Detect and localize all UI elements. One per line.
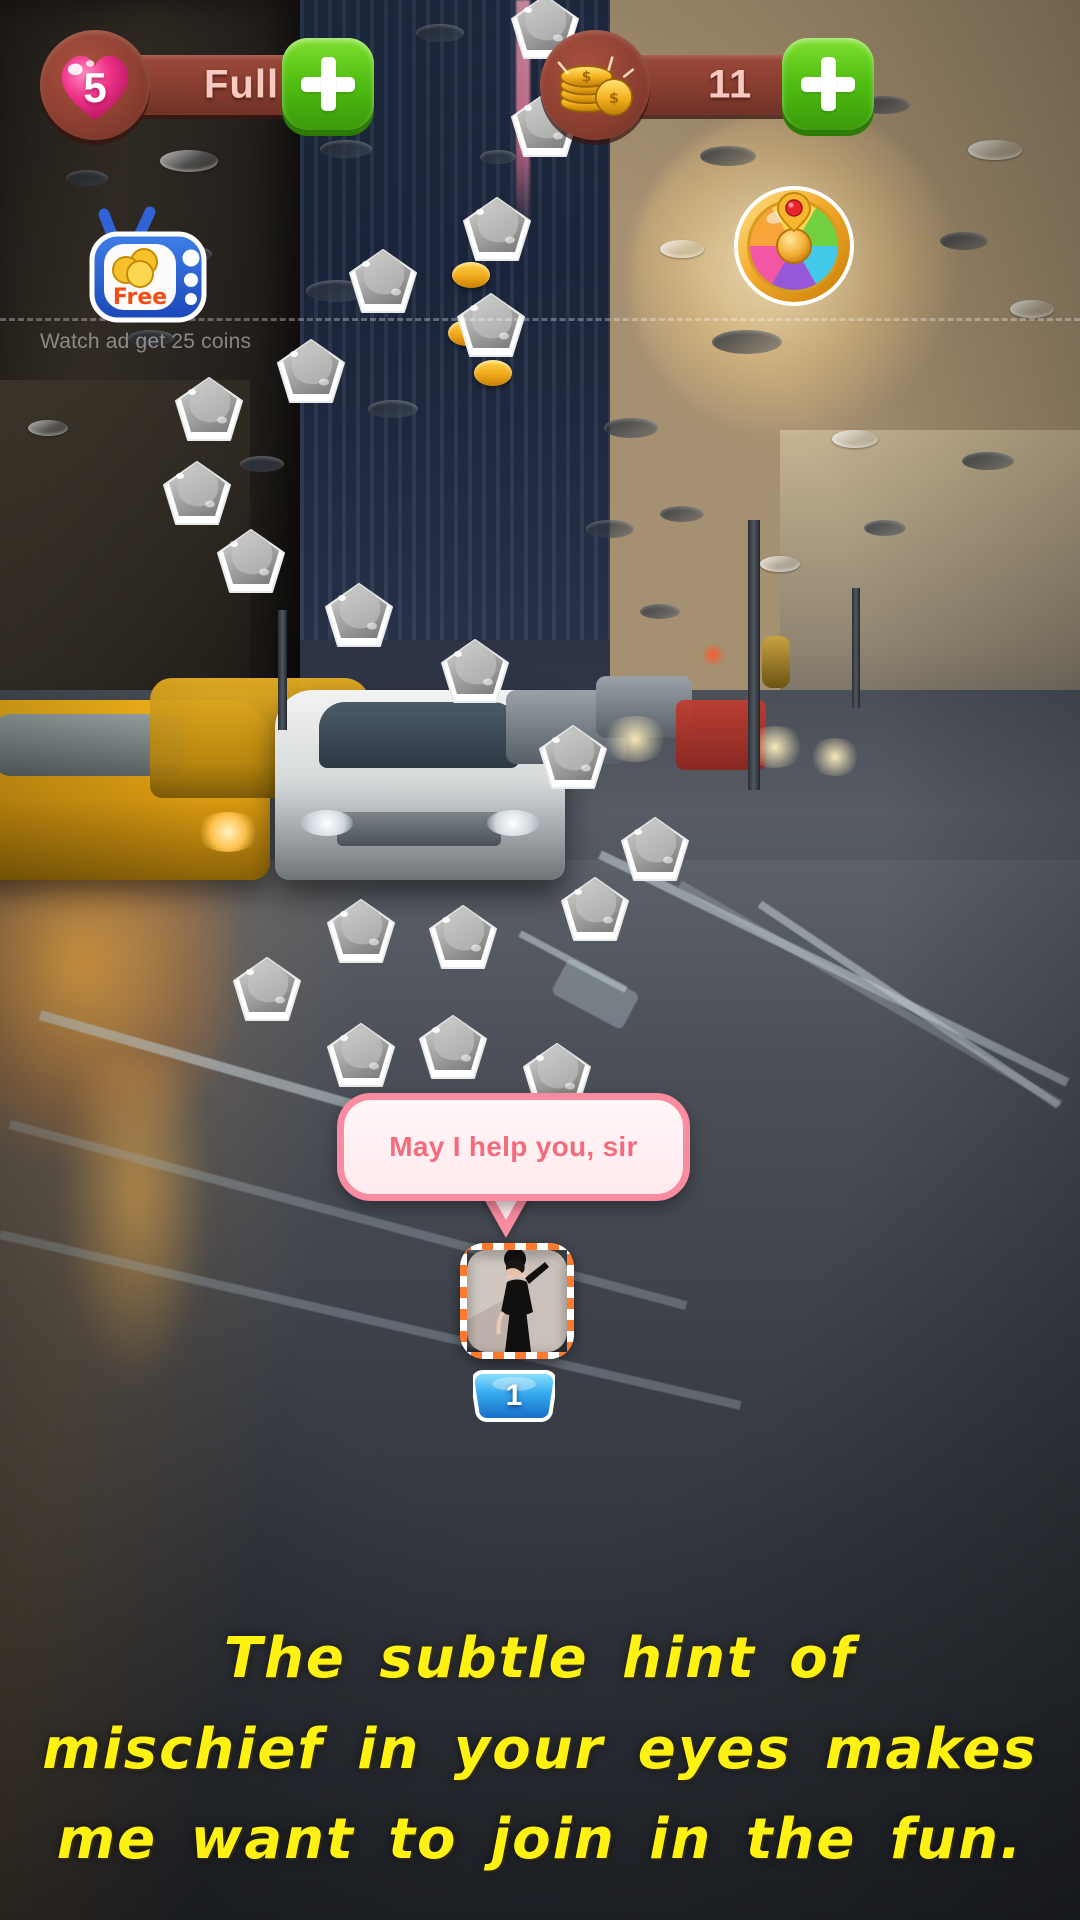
subtitle-line-3: me want to join in the fun. bbox=[56, 1807, 1024, 1873]
svg-text:$: $ bbox=[582, 70, 592, 86]
avatar-frame bbox=[460, 1243, 574, 1359]
subtitle-line-2: mischief in your eyes makes bbox=[42, 1716, 1038, 1782]
fortune-wheel-icon bbox=[734, 186, 854, 306]
lives-orb: 5 bbox=[40, 30, 150, 140]
path-coin[interactable] bbox=[474, 360, 512, 386]
coin-stack-icon: $ $ bbox=[552, 49, 638, 121]
add-lives-button[interactable] bbox=[282, 38, 374, 130]
stepping-stone[interactable] bbox=[158, 456, 236, 528]
path-coin[interactable] bbox=[452, 262, 490, 288]
stepping-stone[interactable] bbox=[322, 1018, 400, 1090]
free-reward-hint: Watch ad get 25 coins bbox=[40, 330, 252, 353]
coins-count: 11 bbox=[708, 62, 753, 107]
stepping-stone[interactable] bbox=[458, 192, 536, 264]
heart-icon: 5 bbox=[54, 48, 136, 122]
stepping-stone[interactable] bbox=[436, 634, 514, 706]
level-number: 1 bbox=[505, 1379, 523, 1412]
stepping-stone[interactable] bbox=[452, 288, 530, 360]
svg-text:Free: Free bbox=[113, 285, 167, 310]
game-screen: Full 5 11 $ $ Free Watch ad get 25 coins… bbox=[0, 0, 1080, 1920]
free-reward-button[interactable]: Free bbox=[78, 200, 218, 325]
scroll-divider bbox=[0, 318, 1080, 321]
stepping-stone[interactable] bbox=[344, 244, 422, 316]
speech-bubble: May I help you, sir bbox=[337, 1093, 690, 1201]
subtitle-caption: The subtle hint of mischief in your eyes… bbox=[0, 1614, 1080, 1886]
stepping-stone[interactable] bbox=[424, 900, 502, 972]
stepping-stone[interactable] bbox=[212, 524, 290, 596]
stepping-stone[interactable] bbox=[170, 372, 248, 444]
stepping-stone[interactable] bbox=[322, 894, 400, 966]
top-hud: Full 5 11 $ $ bbox=[0, 0, 1080, 150]
speech-bubble-text: May I help you, sir bbox=[389, 1131, 638, 1162]
svg-text:$: $ bbox=[609, 90, 619, 107]
stepping-stone[interactable] bbox=[534, 720, 612, 792]
subtitle-line-1: The subtle hint of bbox=[223, 1625, 857, 1691]
stepping-stone[interactable] bbox=[228, 952, 306, 1024]
stepping-stone[interactable] bbox=[414, 1010, 492, 1082]
stepping-stone[interactable] bbox=[556, 872, 634, 944]
stepping-stone[interactable] bbox=[320, 578, 398, 650]
lives-status-label: Full bbox=[204, 62, 280, 107]
tv-icon: Free bbox=[89, 206, 207, 323]
add-coins-button[interactable] bbox=[782, 38, 874, 130]
coins-orb: $ $ bbox=[540, 30, 650, 140]
fortune-wheel-button[interactable] bbox=[733, 185, 855, 307]
lives-count: 5 bbox=[83, 64, 107, 111]
